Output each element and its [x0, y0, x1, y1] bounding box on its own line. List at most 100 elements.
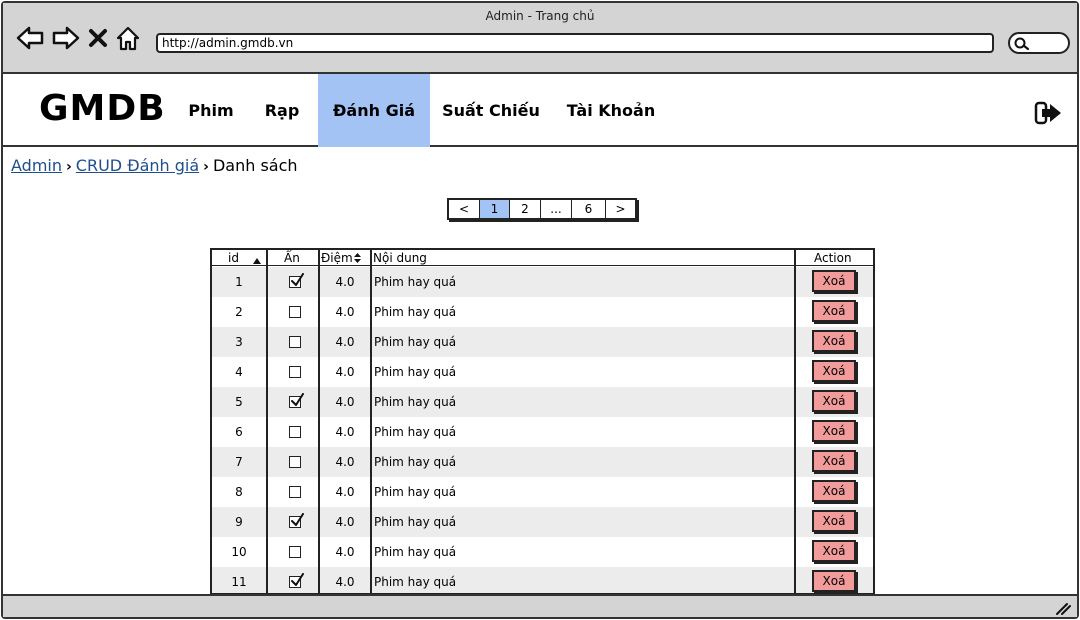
delete-button[interactable]: Xoá — [812, 390, 856, 412]
delete-button[interactable]: Xoá — [812, 300, 856, 322]
row-content: Phim hay quá — [374, 425, 457, 439]
row-id: 9 — [235, 515, 243, 529]
browser-nav-buttons — [15, 23, 141, 53]
row-score: 4.0 — [335, 275, 355, 289]
arrow-left-icon[interactable] — [15, 23, 45, 53]
column-divider — [318, 250, 320, 593]
table-row: 10 4.0 Phim hay quá Xoá — [212, 537, 873, 567]
row-id: 5 — [235, 395, 243, 409]
resize-grip-icon[interactable] — [1055, 600, 1071, 619]
hidden-checkbox[interactable] — [289, 546, 301, 558]
table-row: 7 4.0 Phim hay quá Xoá — [212, 447, 873, 477]
delete-button[interactable]: Xoá — [812, 570, 856, 592]
delete-button[interactable]: Xoá — [812, 540, 856, 562]
table-row: 6 4.0 Phim hay quá Xoá — [212, 417, 873, 447]
table-row: 4 4.0 Phim hay quá Xoá — [212, 357, 873, 387]
row-score: 4.0 — [335, 515, 355, 529]
breadcrumb-current: Danh sách — [212, 156, 298, 175]
row-id: 10 — [231, 545, 247, 559]
url-bar[interactable]: http://admin.gmdb.vn — [156, 33, 994, 53]
app-navbar: GMDB Phim Rạp Đánh Giá Suất Chiếu Tài Kh… — [3, 74, 1077, 147]
nav-item-rap[interactable]: Rạp — [255, 74, 309, 147]
hidden-checkbox[interactable] — [289, 366, 301, 378]
table-header: id Ẩn Điệm Nội dung Action — [212, 250, 873, 266]
nav-item-suat-chieu[interactable]: Suất Chiếu — [439, 74, 543, 147]
row-id: 7 — [235, 455, 243, 469]
row-score: 4.0 — [335, 485, 355, 499]
logout-icon[interactable] — [1034, 101, 1064, 129]
row-content: Phim hay quá — [374, 275, 457, 289]
browser-status-bar — [3, 594, 1077, 617]
browser-window: Admin - Trang chủ http://admin.gmdb.vn G… — [1, 1, 1079, 619]
row-score: 4.0 — [335, 425, 355, 439]
row-id: 8 — [235, 485, 243, 499]
nav-item-danh-gia[interactable]: Đánh Giá — [318, 74, 430, 147]
delete-button[interactable]: Xoá — [812, 480, 856, 502]
hidden-checkbox[interactable] — [289, 336, 301, 348]
column-header-action: Action — [814, 251, 852, 265]
nav-item-tai-khoan[interactable]: Tài Khoản — [561, 74, 661, 147]
hidden-checkbox[interactable] — [289, 486, 301, 498]
breadcrumb-link-crud[interactable]: CRUD Đánh giá — [76, 156, 199, 175]
delete-button[interactable]: Xoá — [812, 510, 856, 532]
pagination-page-2[interactable]: 2 — [510, 200, 541, 218]
table-row: 8 4.0 Phim hay quá Xoá — [212, 477, 873, 507]
row-score: 4.0 — [335, 335, 355, 349]
breadcrumb: Admin › CRUD Đánh giá › Danh sách — [11, 156, 298, 175]
row-content: Phim hay quá — [374, 395, 457, 409]
hidden-checkbox[interactable] — [289, 456, 301, 468]
row-content: Phim hay quá — [374, 305, 457, 319]
hidden-checkbox[interactable] — [289, 426, 301, 438]
row-id: 6 — [235, 425, 243, 439]
hidden-checkbox[interactable] — [289, 273, 304, 288]
sort-toggle-icon[interactable] — [353, 252, 362, 264]
row-content: Phim hay quá — [374, 365, 457, 379]
row-content: Phim hay quá — [374, 545, 457, 559]
table-row: 9 4.0 Phim hay quá Xoá — [212, 507, 873, 537]
close-icon[interactable] — [87, 23, 109, 53]
row-score: 4.0 — [335, 545, 355, 559]
table-row: 2 4.0 Phim hay quá Xoá — [212, 297, 873, 327]
browser-search[interactable] — [1008, 32, 1070, 54]
row-score: 4.0 — [335, 395, 355, 409]
app-logo[interactable]: GMDB — [39, 88, 166, 129]
delete-button[interactable]: Xoá — [812, 360, 856, 382]
breadcrumb-link-admin[interactable]: Admin — [11, 156, 62, 175]
home-icon[interactable] — [115, 23, 141, 53]
table-row: 5 4.0 Phim hay quá Xoá — [212, 387, 873, 417]
delete-button[interactable]: Xoá — [812, 450, 856, 472]
column-divider — [794, 250, 796, 593]
chevron-right-icon: › — [66, 159, 72, 175]
table-row: 1 4.0 Phim hay quá Xoá — [212, 267, 873, 297]
hidden-checkbox[interactable] — [289, 513, 304, 528]
nav-item-phim[interactable]: Phim — [179, 74, 243, 147]
pagination-page-6[interactable]: 6 — [572, 200, 606, 218]
column-header-content[interactable]: Nội dung — [373, 250, 427, 266]
column-header-id[interactable]: id — [228, 250, 239, 266]
chevron-right-icon: › — [203, 159, 209, 175]
delete-button[interactable]: Xoá — [812, 270, 856, 292]
row-content: Phim hay quá — [374, 485, 457, 499]
row-content: Phim hay quá — [374, 575, 457, 589]
column-header-score[interactable]: Điệm — [321, 250, 353, 266]
window-title: Admin - Trang chủ — [485, 9, 595, 23]
delete-button[interactable]: Xoá — [812, 330, 856, 352]
hidden-checkbox[interactable] — [289, 306, 301, 318]
pagination-prev[interactable]: < — [449, 200, 480, 218]
row-id: 4 — [235, 365, 243, 379]
column-header-hidden[interactable]: Ẩn — [284, 250, 300, 266]
row-content: Phim hay quá — [374, 335, 457, 349]
hidden-checkbox[interactable] — [289, 573, 304, 588]
row-score: 4.0 — [335, 365, 355, 379]
delete-button[interactable]: Xoá — [812, 420, 856, 442]
row-score: 4.0 — [335, 455, 355, 469]
pagination-next[interactable]: > — [606, 200, 635, 218]
pagination-page-1[interactable]: 1 — [480, 200, 510, 218]
row-content: Phim hay quá — [374, 455, 457, 469]
row-id: 11 — [231, 575, 247, 589]
sort-asc-icon[interactable] — [252, 253, 262, 264]
arrow-right-icon[interactable] — [51, 23, 81, 53]
pagination: < 1 2 ... 6 > — [447, 198, 637, 220]
table-row: 11 4.0 Phim hay quá Xoá — [212, 567, 873, 593]
hidden-checkbox[interactable] — [289, 393, 304, 408]
